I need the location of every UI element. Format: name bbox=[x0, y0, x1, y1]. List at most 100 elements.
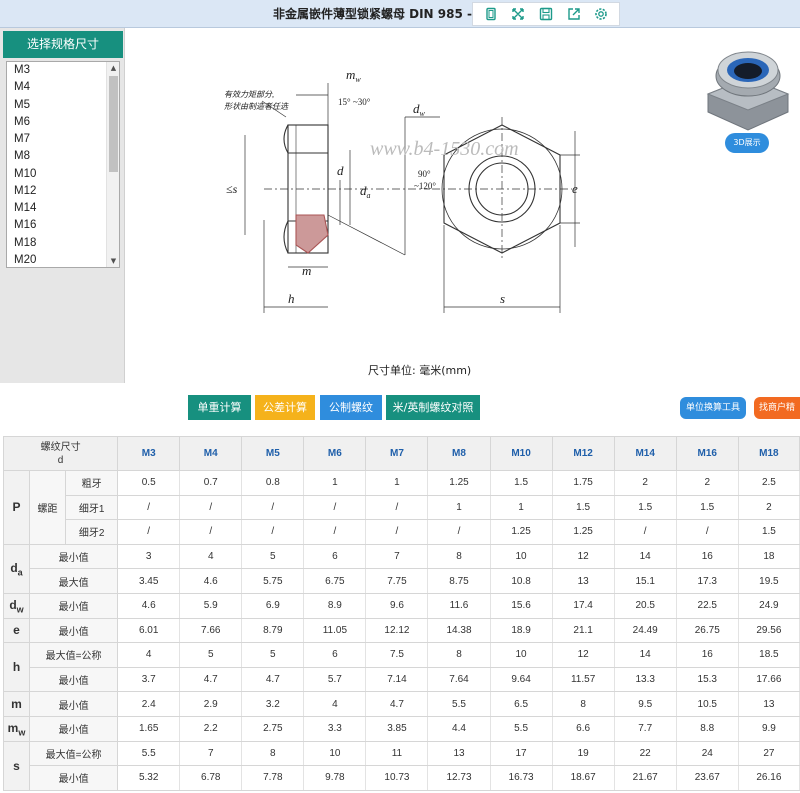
table-cell: 26.16 bbox=[737, 765, 800, 791]
table-cell: 5.75 bbox=[241, 568, 305, 594]
table-cell: 17.4 bbox=[551, 592, 615, 619]
unit-label: 尺寸单位: 毫米(mm) bbox=[368, 364, 472, 377]
col-header: M8 bbox=[427, 436, 491, 471]
table-cell: 7.66 bbox=[179, 617, 243, 644]
scroll-thumb[interactable] bbox=[109, 76, 118, 172]
param-symbol-text: m bbox=[7, 720, 19, 735]
spec-listbox[interactable]: M3 M4 M5 M6 M7 M8 M10 M12 M14 M16 M18 M2… bbox=[6, 61, 120, 268]
spec-item[interactable]: M4 bbox=[7, 79, 119, 96]
row-label: 最小值 bbox=[29, 592, 119, 619]
col-header: M16 bbox=[675, 436, 739, 471]
table-cell: 29.56 bbox=[737, 617, 800, 644]
table-cell: 2 bbox=[613, 470, 677, 496]
table-cell: 12 bbox=[551, 543, 615, 570]
note-line-2: 形状由制造者任选 bbox=[224, 102, 289, 111]
table-cell: 24.9 bbox=[737, 592, 800, 619]
table-row: mw 最小值 1.65 2.2 2.75 3.3 3.85 4.4 5.5 6.6 7.7 8.8 9.… bbox=[2, 715, 800, 742]
spec-item[interactable]: M12 bbox=[7, 183, 119, 200]
table-row: 细牙2// / / //1.25 1.25//1.5 bbox=[3, 519, 800, 545]
share-icon[interactable] bbox=[564, 4, 584, 24]
table-cell: 2.5 bbox=[737, 470, 800, 496]
param-symbol-text: m bbox=[11, 697, 22, 712]
row-label: 细牙2 bbox=[65, 519, 119, 545]
show-3d-button[interactable]: 3D展示 bbox=[725, 133, 769, 153]
spec-item[interactable]: M18 bbox=[7, 235, 119, 252]
fullscreen-icon[interactable] bbox=[508, 4, 528, 24]
col-header: M6 bbox=[303, 436, 367, 471]
title-bar: 非金属嵌件薄型锁紧螺母 DIN 985 - bbox=[0, 0, 800, 28]
table-cell: 7 bbox=[179, 740, 243, 767]
save-icon[interactable] bbox=[536, 4, 556, 24]
table-cell: 16 bbox=[675, 642, 739, 668]
window-title: 非金属嵌件薄型锁紧螺母 DIN 985 - bbox=[272, 7, 472, 21]
table-cell: 6.78 bbox=[179, 765, 243, 791]
table-cell: 22 bbox=[613, 740, 677, 767]
spec-scrollbar[interactable]: ▲ ▼ bbox=[106, 62, 119, 267]
table-cell: 16.73 bbox=[489, 765, 553, 791]
note-line-1: 有效力矩部分, bbox=[224, 90, 274, 99]
table-row: e 最小值 6.01 7.66 8.79 11.05 12.12 14.38 18.9 21.1 2… bbox=[2, 617, 800, 644]
nut-3d-image bbox=[706, 51, 790, 131]
spec-item[interactable]: M20 bbox=[7, 252, 119, 267]
spec-item[interactable]: M14 bbox=[7, 200, 119, 217]
param-symbol-sub: a bbox=[17, 567, 23, 578]
param-symbol: m bbox=[2, 691, 31, 717]
table-cell: 8.9 bbox=[303, 592, 367, 619]
settings-icon[interactable] bbox=[591, 4, 611, 24]
col-header: M7 bbox=[365, 436, 429, 471]
table-cell: 15.1 bbox=[613, 568, 677, 594]
table-cell: 17.3 bbox=[675, 568, 739, 594]
table-cell: 2 bbox=[737, 494, 800, 521]
scroll-down-icon[interactable]: ▼ bbox=[107, 255, 119, 267]
col-header: M18 bbox=[737, 436, 800, 471]
spec-item[interactable]: M6 bbox=[7, 114, 119, 131]
table-cell: 9.64 bbox=[489, 666, 553, 693]
table-cell: 8 bbox=[241, 740, 305, 767]
table-cell: 4 bbox=[303, 691, 367, 717]
scroll-up-icon[interactable]: ▲ bbox=[107, 62, 119, 74]
tolerance-calc-button[interactable]: 公差计算 bbox=[255, 395, 315, 420]
window-restore-icon[interactable] bbox=[481, 4, 501, 24]
unit-converter-button[interactable]: 单位换算工具 bbox=[680, 397, 746, 419]
table-row: P 螺距 粗牙 0.5 0.7 0.8 1 1 1.25 1.5 1.75 2 2 2.5 bbox=[2, 470, 800, 545]
table-cell: 13 bbox=[427, 740, 491, 767]
table-cell: 7.7 bbox=[613, 715, 677, 742]
spec-item[interactable]: M10 bbox=[7, 166, 119, 183]
table-cell: 10.5 bbox=[675, 691, 739, 717]
param-symbol: da bbox=[2, 543, 31, 594]
col-header: M4 bbox=[179, 436, 243, 471]
thread-comparison-button[interactable]: 米/英制螺纹对照 bbox=[386, 395, 480, 420]
table-cell: 13.3 bbox=[613, 666, 677, 693]
spec-item[interactable]: M8 bbox=[7, 148, 119, 165]
table-cell: 7.64 bbox=[427, 666, 491, 693]
table-row: 最大值 3.45 4.6 5.75 6.75 7.75 8.75 10.8 13 15.1 17.3… bbox=[3, 568, 800, 594]
table-cell: 4.4 bbox=[427, 715, 491, 742]
table-cell: 14 bbox=[613, 543, 677, 570]
col-header: M5 bbox=[241, 436, 305, 471]
spec-item[interactable]: M7 bbox=[7, 131, 119, 148]
table-cell: 8.79 bbox=[241, 617, 305, 644]
table-body: P 螺距 粗牙 0.5 0.7 0.8 1 1 1.25 1.5 1.75 2 2 2.5 细牙1// / / /… bbox=[2, 470, 800, 791]
table-cell: 24.49 bbox=[613, 617, 677, 644]
table-cell: 6.9 bbox=[241, 592, 305, 619]
table-cell: 17.66 bbox=[737, 666, 800, 693]
find-supplier-button[interactable]: 找商户精 bbox=[754, 397, 800, 419]
metric-thread-button[interactable]: 公制螺纹 bbox=[320, 395, 382, 420]
table-cell: 7 bbox=[365, 543, 429, 570]
spec-item[interactable]: M5 bbox=[7, 97, 119, 114]
table-cell: 8.75 bbox=[427, 568, 491, 594]
table-cell: 16 bbox=[675, 543, 739, 570]
table-cell: 5 bbox=[241, 642, 305, 668]
row-label: 最小值 bbox=[29, 765, 119, 791]
watermark: www.b4-1530.com bbox=[370, 138, 519, 160]
table-cell: 4.6 bbox=[117, 592, 181, 619]
table-cell: 15.6 bbox=[489, 592, 553, 619]
table-cell: 5.5 bbox=[427, 691, 491, 717]
weight-calc-button[interactable]: 单重计算 bbox=[188, 395, 251, 420]
col-header: M14 bbox=[613, 436, 677, 471]
label-mw: mw bbox=[346, 67, 361, 84]
table-cell: 1 bbox=[303, 470, 367, 496]
label-e: e bbox=[572, 181, 578, 196]
spec-item[interactable]: M3 bbox=[7, 62, 119, 79]
spec-item[interactable]: M16 bbox=[7, 217, 119, 234]
